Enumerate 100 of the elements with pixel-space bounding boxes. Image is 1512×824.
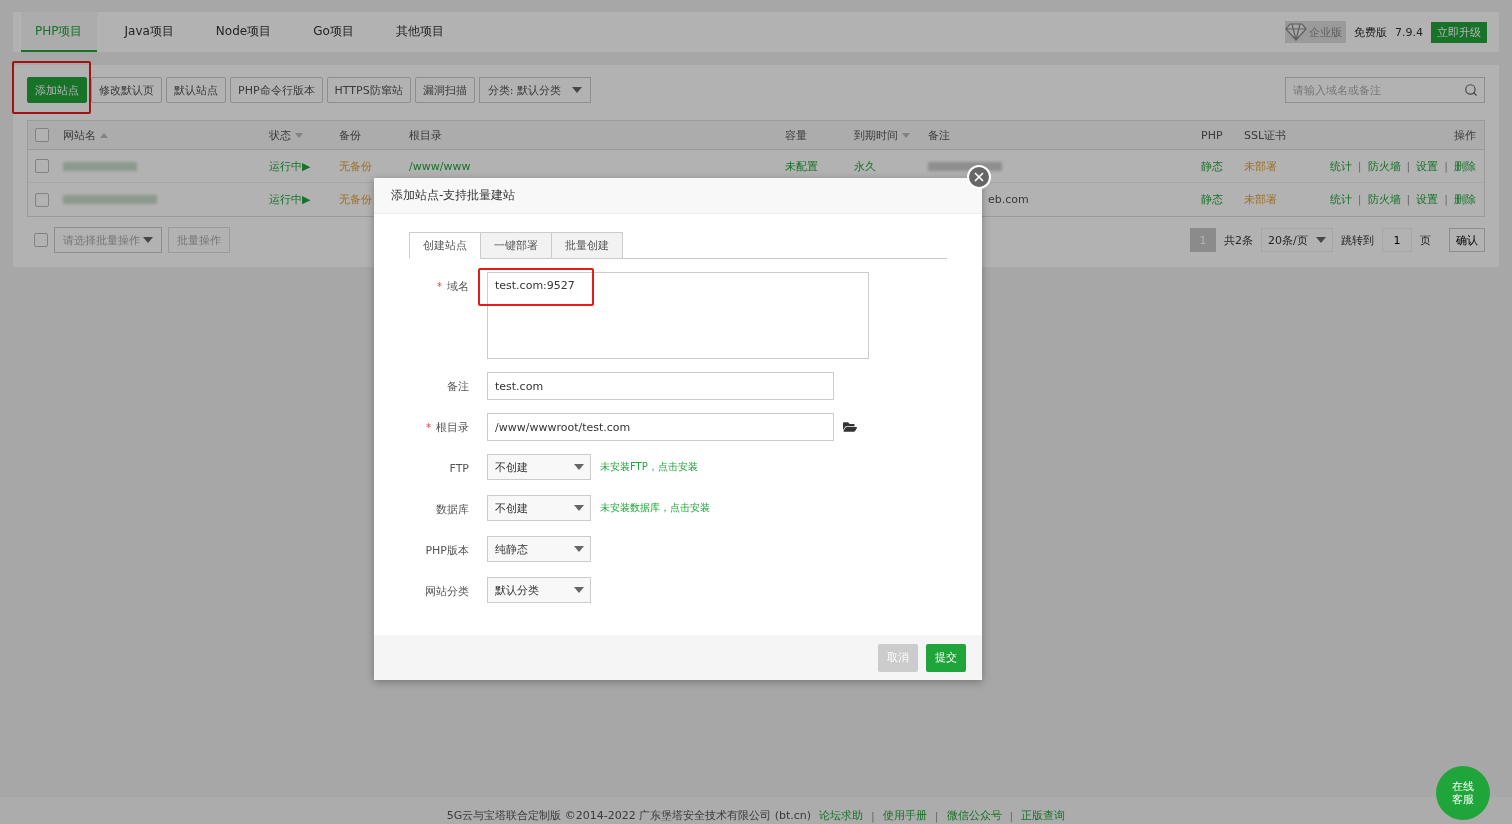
root-path-link[interactable]: /www/www [409,159,471,173]
column-header[interactable]: 操作 [1454,127,1484,143]
total-count: 共2条 [1223,232,1254,248]
caret-icon [143,237,153,243]
dropdown-select[interactable]: 纯静态 [487,536,591,562]
status-link[interactable]: 运行中▶ [269,192,311,207]
close-icon[interactable] [972,170,986,184]
footer-link[interactable]: 微信公众号 [946,808,1002,823]
field-label: 网站分类 [425,583,469,599]
submit-button[interactable]: 提交 [926,643,966,672]
column-header[interactable]: SSL证书 [1244,127,1287,143]
backup-link[interactable]: 无备份 [339,192,372,207]
text-input[interactable]: test.com [487,372,834,400]
project-tab[interactable]: Node项目 [201,12,286,52]
checkbox[interactable] [35,159,49,173]
action-link[interactable]: 防火墙 [1367,158,1401,174]
checkbox[interactable] [34,233,48,247]
caret-icon [574,505,584,511]
project-tab[interactable]: PHP项目 [21,12,97,52]
footer-link[interactable]: 使用手册 [882,808,927,823]
action-link[interactable]: 设置 [1416,192,1439,207]
field-label: 根目录 [436,419,469,435]
jump-label: 跳转到 [1340,232,1375,248]
install-link[interactable]: 未安装数据库，点击安装 [600,495,710,521]
toolbar-button[interactable]: 默认站点 [166,77,226,103]
column-header[interactable]: 到期时间 [854,127,910,143]
domain-textarea[interactable]: test.com:9527 [487,272,869,359]
separator: | [1406,159,1411,173]
column-header[interactable]: PHP [1201,128,1223,142]
column-header[interactable]: 备份 [339,127,361,143]
toolbar-button[interactable]: PHP命令行版本 [230,77,323,103]
free-edition-label: 免费版 [1354,24,1387,40]
dropdown-select[interactable]: 默认分类 [487,577,591,603]
install-link[interactable]: 未安装FTP，点击安装 [600,454,698,480]
column-header[interactable]: 网站名 [63,127,108,143]
support-chat-button[interactable]: 在线客服 [1436,766,1490,820]
separator: | [1406,193,1411,206]
action-link[interactable]: 统计 [1329,158,1352,174]
action-link[interactable]: 防火墙 [1367,192,1401,207]
capacity-link[interactable]: 未配置 [785,158,818,174]
dialog-tab[interactable]: 一键部署 [480,232,552,259]
action-link[interactable]: 统计 [1329,192,1352,207]
toolbar-button[interactable]: HTTPS防窜站 [326,77,411,103]
footer-link[interactable]: 正版查询 [1021,808,1066,823]
separator: | [1009,810,1014,823]
confirm-button[interactable]: 确认 [1449,228,1485,252]
project-tab[interactable]: 其他项目 [381,12,458,52]
copyright-text: 5G云与宝塔联合定制版 ©2014-2022 广东堡塔安全技术有限公司 (bt.cn) [446,808,812,823]
ssl-link[interactable]: 未部署 [1244,158,1277,174]
page-size-select[interactable]: 20条/页 [1261,228,1333,252]
column-header[interactable]: 根目录 [409,127,442,143]
expiry-link[interactable]: 永久 [854,158,876,174]
column-header[interactable]: 容量 [785,127,807,143]
diamond-icon [1285,23,1307,41]
field-label: 域名 [447,278,469,294]
php-link[interactable]: 静态 [1201,158,1223,174]
required-mark: * [426,421,431,433]
action-link[interactable]: 设置 [1416,158,1439,174]
field-label: PHP版本 [425,542,469,558]
caret-icon [574,546,584,552]
separator: | [934,810,939,823]
dropdown-select[interactable]: 不创建 [487,495,591,521]
checkbox[interactable] [35,128,49,142]
action-link[interactable]: 删除 [1454,192,1476,207]
project-tab[interactable]: Go项目 [299,12,368,52]
toolbar-button[interactable]: 修改默认页 [91,77,162,103]
backup-link[interactable]: 无备份 [339,158,372,174]
jump-input[interactable]: 1 [1382,228,1412,252]
column-header[interactable]: 状态 [269,127,303,143]
caret-icon [571,87,582,93]
dialog-tab[interactable]: 创建站点 [409,232,481,259]
separator: | [1444,193,1448,206]
category-select[interactable]: 分类: 默认分类 [478,77,591,103]
search-icon[interactable] [1464,83,1478,97]
toolbar-button[interactable]: 漏洞扫描 [414,77,475,103]
column-header[interactable]: 备注 [928,127,950,143]
dialog-tab[interactable]: 批量创建 [551,232,623,259]
upgrade-button[interactable]: 立即升级 [1431,21,1487,43]
separator: | [871,810,875,823]
field-label: 备注 [447,378,469,394]
checkbox[interactable] [35,192,49,207]
folder-icon[interactable] [843,420,857,434]
field-label: FTP [449,461,469,475]
caret-icon [1316,237,1326,243]
dropdown-select[interactable]: 不创建 [487,454,591,480]
toolbar-button[interactable]: 添加站点 [27,77,87,103]
ssl-link[interactable]: 未部署 [1244,192,1277,207]
field-label: 数据库 [436,501,469,517]
php-link[interactable]: 静态 [1201,192,1223,207]
separator: | [1357,193,1362,206]
dialog-title: 添加站点-支持批量建站 [374,178,982,214]
project-tab[interactable]: Java项目 [110,12,188,52]
separator: | [1357,159,1362,173]
path-input[interactable]: /www/wwwroot/test.com [487,413,834,441]
caret-icon [574,587,584,593]
action-link[interactable]: 删除 [1454,158,1476,174]
footer-link[interactable]: 论坛求助 [819,808,864,823]
page-unit: 页 [1419,232,1432,248]
status-link[interactable]: 运行中▶ [269,158,311,174]
caret-icon [574,464,584,470]
